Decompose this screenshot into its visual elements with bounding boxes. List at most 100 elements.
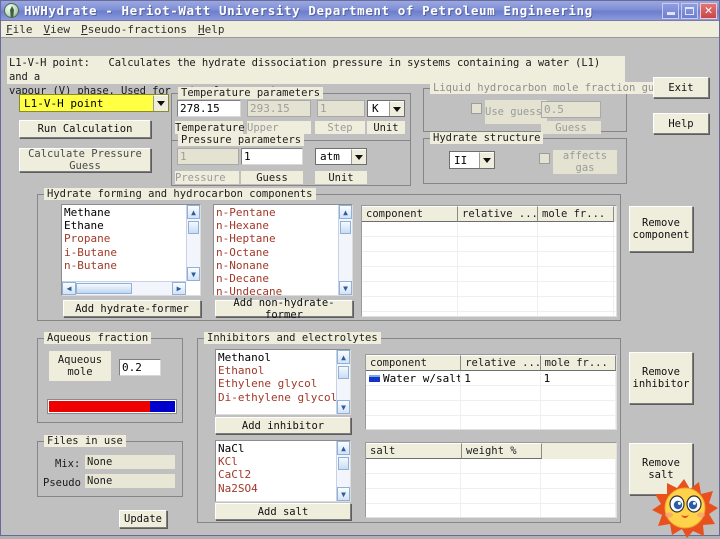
non-hydrate-former-item[interactable]: n-Pentane [216, 206, 337, 219]
table-row-empty[interactable] [362, 222, 616, 237]
inhibitors-table-column-header[interactable]: relative ... [461, 355, 541, 371]
scroll-down-icon[interactable]: ▼ [337, 400, 350, 414]
maximize-button[interactable] [681, 2, 698, 19]
hydrate-former-item[interactable]: Methane [64, 206, 185, 219]
salt-item[interactable]: Na2SO4 [218, 482, 335, 495]
inhibitor-list[interactable]: Methanol Ethanol Ethylene glycol Di-ethylen… [215, 349, 351, 415]
hydrate-former-list[interactable]: Methane Ethane Propane i-Butane n-Butane ▲ ▼… [61, 204, 201, 296]
run-calculation-button[interactable]: Run Calculation [19, 120, 151, 138]
hydrate-former-item[interactable]: Propane [64, 232, 185, 245]
table-row[interactable]: Water w/salt 1 1 [366, 371, 616, 386]
chevron-down-icon[interactable] [351, 149, 366, 164]
scroll-thumb[interactable] [338, 366, 349, 379]
table-row-empty[interactable] [362, 312, 616, 316]
non-hydrate-former-item[interactable]: n-Heptane [216, 232, 337, 245]
chevron-down-icon[interactable] [153, 95, 168, 111]
inhibitor-item[interactable]: Ethylene glycol [218, 377, 335, 390]
temperature-step-input[interactable]: 1 [317, 100, 365, 117]
help-button[interactable]: Help [653, 113, 709, 134]
non-hydrate-former-item[interactable]: n-Hexane [216, 219, 337, 232]
scroll-up-icon[interactable]: ▲ [337, 350, 350, 364]
inhibitor-list-vscroll[interactable]: ▲ ▼ [336, 350, 350, 414]
menu-item-pseudo-fractions[interactable]: Pseudo-fractions [81, 23, 187, 36]
scroll-thumb-h[interactable] [76, 283, 132, 294]
table-row-empty[interactable] [362, 297, 616, 312]
non-hydrate-former-item[interactable]: n-Undecane [216, 285, 337, 295]
components-table-column-header[interactable]: relative ... [458, 206, 538, 222]
exit-button[interactable]: Exit [653, 77, 709, 98]
pressure-guess-input[interactable]: 1 [241, 148, 303, 165]
liquid-hydrocarbon-guess-input[interactable]: 0.5 [541, 101, 601, 118]
minimize-button[interactable] [662, 2, 679, 19]
temperature-upper-input[interactable]: 293.15 [247, 100, 311, 117]
salt-item[interactable]: NaCl [218, 442, 335, 455]
hydrate-former-list-hscroll[interactable]: ◀ ▶ [62, 281, 186, 295]
affects-gas-checkbox[interactable] [539, 153, 550, 164]
inhibitor-item[interactable]: Methanol [218, 351, 335, 364]
hydrate-former-item[interactable]: Ethane [64, 219, 185, 232]
salt-item[interactable]: CaCl2 [218, 468, 335, 481]
temperature-unit-select[interactable]: K [367, 100, 405, 117]
inhibitors-table-column-header[interactable]: mole fr... [540, 355, 616, 371]
scroll-down-icon[interactable]: ▼ [339, 281, 352, 295]
scroll-thumb[interactable] [338, 457, 349, 470]
non-hydrate-former-list[interactable]: n-Pentane n-Hexane n-Heptane n-Octane n-Nona… [213, 204, 353, 296]
salts-table-column-header[interactable]: weight % [462, 443, 542, 459]
components-table[interactable]: component relative ... mole fr... [361, 205, 617, 317]
hydrate-former-list-vscroll[interactable]: ▲ ▼ [186, 205, 200, 281]
add-salt-button[interactable]: Add salt [215, 503, 351, 520]
temperature-value-input[interactable]: 278.15 [177, 100, 241, 117]
calculate-pressure-guess-button[interactable]: Calculate Pressure Guess [19, 148, 151, 172]
hydrate-former-item[interactable]: n-Butane [64, 259, 185, 272]
inhibitor-item[interactable]: Di-ethylene glycol [218, 391, 337, 404]
table-row-empty[interactable] [366, 459, 616, 474]
non-hydrate-former-item[interactable]: n-Octane [216, 246, 337, 259]
scroll-thumb[interactable] [340, 221, 351, 234]
menu-item-file[interactable]: FFileile [6, 23, 33, 36]
table-row-empty[interactable] [362, 252, 616, 267]
table-row-empty[interactable] [366, 504, 616, 517]
scroll-down-icon[interactable]: ▼ [187, 267, 200, 281]
chevron-down-icon[interactable] [389, 101, 404, 116]
salt-item[interactable]: KCl [218, 455, 335, 468]
aqueous-mole-input[interactable]: 0.2 [119, 359, 161, 376]
pressure-value-input[interactable]: 1 [177, 148, 239, 165]
scroll-thumb[interactable] [188, 221, 199, 234]
add-inhibitor-button[interactable]: Add inhibitor [215, 417, 351, 434]
table-row-empty[interactable] [366, 474, 616, 489]
table-row-empty[interactable] [366, 386, 616, 401]
components-table-column-header[interactable]: mole fr... [538, 206, 614, 222]
components-table-column-header[interactable]: component [362, 206, 458, 222]
inhibitors-table-column-header[interactable]: component [366, 355, 462, 371]
add-non-hydrate-former-button[interactable]: Add non-hydrate-former [215, 297, 353, 321]
update-button[interactable]: Update [119, 510, 167, 528]
scroll-right-icon[interactable]: ▶ [172, 282, 186, 295]
use-guess-checkbox[interactable] [471, 103, 482, 114]
add-hydrate-former-button[interactable]: Add hydrate-former [63, 300, 201, 317]
menu-item-help[interactable]: Help [198, 23, 225, 36]
table-row-empty[interactable] [366, 401, 616, 416]
scroll-left-icon[interactable]: ◀ [62, 282, 76, 295]
inhibitors-table[interactable]: component relative ... mole fr... Water w/… [365, 354, 617, 430]
table-row-empty[interactable] [362, 282, 616, 297]
close-button[interactable]: ✕ [700, 2, 717, 19]
salts-table[interactable]: salt weight % [365, 442, 617, 518]
hydrate-structure-select[interactable]: II [449, 151, 495, 169]
scroll-up-icon[interactable]: ▲ [187, 205, 200, 219]
salts-table-column-header[interactable]: salt [366, 443, 462, 459]
inhibitor-item[interactable]: Ethanol [218, 364, 335, 377]
salt-list-vscroll[interactable]: ▲ ▼ [336, 441, 350, 501]
menu-item-view[interactable]: View [44, 23, 71, 36]
table-row-empty[interactable] [366, 489, 616, 504]
scroll-up-icon[interactable]: ▲ [337, 441, 350, 455]
pressure-unit-select[interactable]: atm [315, 148, 367, 165]
table-row-empty[interactable] [362, 267, 616, 282]
scroll-up-icon[interactable]: ▲ [339, 205, 352, 219]
remove-inhibitor-button[interactable]: Remove inhibitor [629, 352, 693, 404]
non-hydrate-former-item[interactable]: n-Nonane [216, 259, 337, 272]
non-hydrate-former-item[interactable]: n-Decane [216, 272, 337, 285]
calculation-mode-select[interactable]: L1-V-H point [19, 94, 169, 112]
hydrate-former-item[interactable]: i-Butane [64, 246, 185, 259]
remove-component-button[interactable]: Remove component [629, 206, 693, 252]
salt-list[interactable]: NaCl KCl CaCl2 Na2SO4 ▲ ▼ [215, 440, 351, 502]
